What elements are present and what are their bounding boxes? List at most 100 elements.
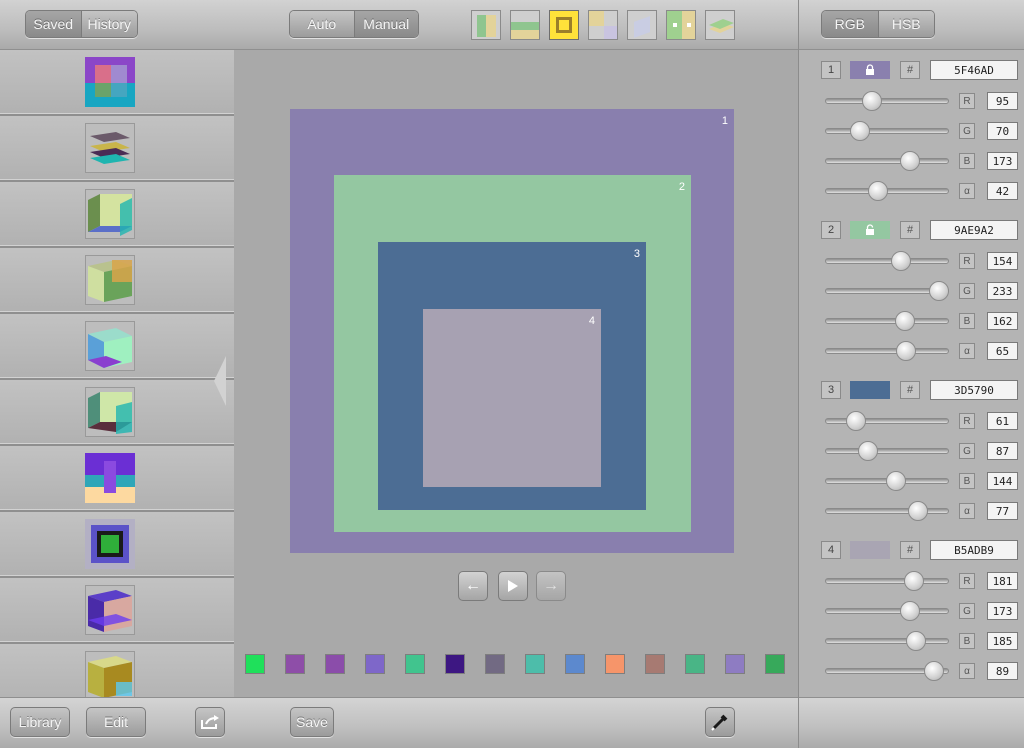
- green-slider[interactable]: [825, 121, 949, 141]
- square-4[interactable]: 4: [423, 309, 601, 487]
- list-item[interactable]: [0, 380, 234, 446]
- layout-dots-icon[interactable]: [666, 10, 696, 40]
- red-value-field[interactable]: 181: [987, 572, 1018, 590]
- alpha-slider[interactable]: [825, 341, 949, 361]
- slider-knob[interactable]: [900, 601, 921, 621]
- red-value-field[interactable]: 154: [987, 252, 1018, 270]
- color-swatch[interactable]: [525, 654, 545, 674]
- layout-quadrant-icon[interactable]: [588, 10, 618, 40]
- blue-slider[interactable]: [825, 471, 949, 491]
- red-slider[interactable]: [825, 91, 949, 111]
- redo-button[interactable]: →: [536, 571, 566, 601]
- alpha-value-field[interactable]: 65: [987, 342, 1018, 360]
- color-swatch[interactable]: [405, 654, 425, 674]
- collapse-left-arrow-icon[interactable]: [214, 356, 226, 406]
- library-button[interactable]: Library: [10, 707, 70, 737]
- list-item[interactable]: [0, 248, 234, 314]
- color-swatch[interactable]: [445, 654, 465, 674]
- layout-horizontal-band-icon[interactable]: [510, 10, 540, 40]
- alpha-slider[interactable]: [825, 181, 949, 201]
- alpha-slider[interactable]: [825, 661, 949, 681]
- blue-slider[interactable]: [825, 151, 949, 171]
- slider-knob[interactable]: [904, 571, 925, 591]
- green-value-field[interactable]: 233: [987, 282, 1018, 300]
- save-button[interactable]: Save: [290, 707, 334, 737]
- blue-value-field[interactable]: 173: [987, 152, 1018, 170]
- green-slider[interactable]: [825, 281, 950, 301]
- hex-input[interactable]: B5ADB9: [930, 540, 1018, 560]
- tab-hsb[interactable]: HSB: [877, 11, 934, 37]
- red-value-field[interactable]: 95: [987, 92, 1018, 110]
- blue-value-field[interactable]: 185: [987, 632, 1018, 650]
- list-item[interactable]: [0, 116, 234, 182]
- hex-input[interactable]: 9AE9A2: [930, 220, 1018, 240]
- list-item[interactable]: [0, 644, 234, 697]
- color-swatch[interactable]: [485, 654, 505, 674]
- color-swatch[interactable]: [565, 654, 585, 674]
- slider-knob[interactable]: [858, 441, 879, 461]
- tab-manual[interactable]: Manual: [353, 11, 418, 37]
- slider-knob[interactable]: [886, 471, 907, 491]
- list-item[interactable]: [0, 446, 234, 512]
- history-list[interactable]: [0, 50, 234, 697]
- list-item[interactable]: [0, 578, 234, 644]
- green-slider[interactable]: [825, 601, 949, 621]
- red-slider[interactable]: [825, 571, 949, 591]
- play-button[interactable]: [498, 571, 528, 601]
- color-swatch[interactable]: [725, 654, 745, 674]
- slider-knob[interactable]: [867, 181, 888, 201]
- slider-knob[interactable]: [845, 411, 866, 431]
- slider-knob[interactable]: [896, 341, 917, 361]
- alpha-slider[interactable]: [825, 501, 949, 521]
- red-slider[interactable]: [825, 251, 949, 271]
- tab-history[interactable]: History: [80, 11, 137, 37]
- color-preview-chip[interactable]: [850, 381, 890, 399]
- blue-slider[interactable]: [825, 631, 949, 651]
- green-value-field[interactable]: 87: [987, 442, 1018, 460]
- tab-auto[interactable]: Auto: [290, 11, 354, 37]
- composition-canvas[interactable]: 1 2 3 4: [290, 109, 734, 553]
- green-value-field[interactable]: 70: [987, 122, 1018, 140]
- eyedropper-button[interactable]: [705, 707, 735, 737]
- layout-nested-squares-icon[interactable]: [549, 10, 579, 40]
- slider-knob[interactable]: [862, 91, 883, 111]
- color-swatch[interactable]: [325, 654, 345, 674]
- red-slider[interactable]: [825, 411, 949, 431]
- list-item[interactable]: [0, 50, 234, 116]
- layout-vertical-split-icon[interactable]: [471, 10, 501, 40]
- blue-value-field[interactable]: 162: [987, 312, 1018, 330]
- color-preview-chip[interactable]: [850, 541, 890, 559]
- color-preview-chip[interactable]: [850, 221, 890, 239]
- blue-value-field[interactable]: 144: [987, 472, 1018, 490]
- color-swatch[interactable]: [685, 654, 705, 674]
- layout-cube-icon[interactable]: [627, 10, 657, 40]
- hex-input[interactable]: 5F46AD: [930, 60, 1018, 80]
- color-swatch[interactable]: [245, 654, 265, 674]
- red-value-field[interactable]: 61: [987, 412, 1018, 430]
- slider-knob[interactable]: [894, 311, 915, 331]
- list-item[interactable]: [0, 512, 234, 578]
- color-swatch[interactable]: [645, 654, 665, 674]
- tab-saved[interactable]: Saved: [26, 11, 81, 37]
- green-value-field[interactable]: 173: [987, 602, 1018, 620]
- slider-knob[interactable]: [900, 151, 921, 171]
- alpha-value-field[interactable]: 77: [987, 502, 1018, 520]
- slider-knob[interactable]: [850, 121, 871, 141]
- undo-button[interactable]: ←: [458, 571, 488, 601]
- color-swatch[interactable]: [765, 654, 785, 674]
- edit-button[interactable]: Edit: [86, 707, 146, 737]
- slider-knob[interactable]: [908, 501, 929, 521]
- alpha-value-field[interactable]: 89: [987, 662, 1018, 680]
- list-item[interactable]: [0, 182, 234, 248]
- slider-knob[interactable]: [905, 631, 926, 651]
- color-swatch[interactable]: [365, 654, 385, 674]
- alpha-value-field[interactable]: 42: [987, 182, 1018, 200]
- tab-rgb[interactable]: RGB: [822, 11, 878, 37]
- layout-stacked-planes-icon[interactable]: [705, 10, 735, 40]
- green-slider[interactable]: [825, 441, 949, 461]
- color-preview-chip[interactable]: [850, 61, 890, 79]
- hex-input[interactable]: 3D5790: [930, 380, 1018, 400]
- color-swatch[interactable]: [285, 654, 305, 674]
- slider-knob[interactable]: [890, 251, 911, 271]
- share-button[interactable]: [195, 707, 225, 737]
